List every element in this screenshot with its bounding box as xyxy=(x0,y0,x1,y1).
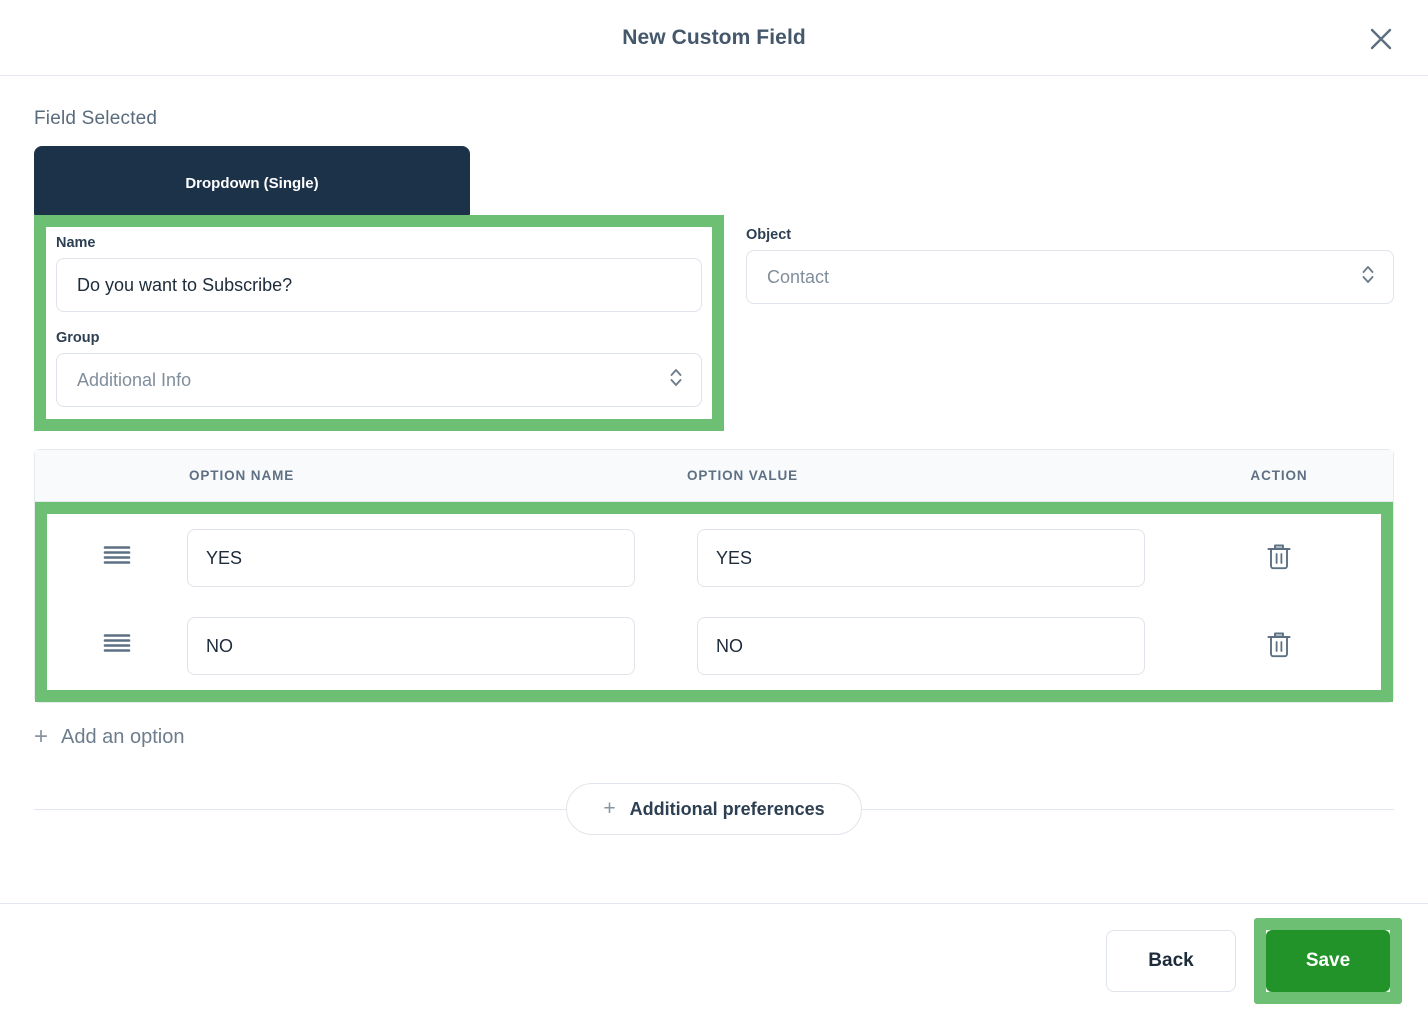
table-row xyxy=(47,514,1381,602)
delete-option-button[interactable] xyxy=(1260,537,1298,580)
table-row xyxy=(47,602,1381,690)
page-title: New Custom Field xyxy=(622,25,806,49)
close-button[interactable] xyxy=(1362,20,1400,58)
group-label: Group xyxy=(56,330,100,346)
options-rows-highlight xyxy=(35,502,1393,702)
delete-option-button[interactable] xyxy=(1260,625,1298,668)
back-button[interactable]: Back xyxy=(1106,929,1236,992)
name-group-column: Name Group Additional Info xyxy=(34,215,724,431)
option-value-input[interactable] xyxy=(697,529,1145,587)
additional-preferences-section: + Additional preferences xyxy=(34,783,1394,835)
group-select-value: Additional Info xyxy=(77,369,192,390)
object-column: Object Contact xyxy=(724,215,1394,304)
add-option-label: Add an option xyxy=(61,725,185,748)
save-button[interactable]: Save xyxy=(1266,929,1390,992)
object-label: Object xyxy=(746,227,792,243)
field-type-chip[interactable]: Dropdown (Single) xyxy=(34,146,470,221)
add-option-button[interactable]: + Add an option xyxy=(34,725,184,749)
name-input[interactable] xyxy=(56,258,702,312)
option-value-input[interactable] xyxy=(697,617,1145,675)
save-button-highlight: Save xyxy=(1254,917,1402,1004)
column-header-option-value: OPTION VALUE xyxy=(687,468,799,483)
column-header-option-name: OPTION NAME xyxy=(189,468,295,483)
additional-preferences-label: Additional preferences xyxy=(629,798,825,819)
new-custom-field-modal: New Custom Field Field Selected Dropdown… xyxy=(0,0,1428,1017)
name-group-highlight: Name Group Additional Info xyxy=(34,215,724,431)
trash-icon xyxy=(1264,629,1294,664)
field-details-columns: Name Group Additional Info xyxy=(34,215,1394,431)
close-icon xyxy=(1367,25,1395,53)
drag-handle-icon[interactable] xyxy=(102,631,132,662)
trash-icon xyxy=(1264,541,1294,576)
plus-icon: + xyxy=(34,723,49,750)
object-select[interactable]: Contact xyxy=(746,250,1394,304)
modal-footer: Back Save xyxy=(0,903,1428,1017)
group-select[interactable]: Additional Info xyxy=(56,353,702,407)
field-selected-label: Field Selected xyxy=(34,108,158,129)
options-table-header: OPTION NAME OPTION VALUE ACTION xyxy=(35,450,1393,502)
option-name-input[interactable] xyxy=(187,617,635,675)
name-label: Name xyxy=(56,235,96,251)
options-table: OPTION NAME OPTION VALUE ACTION xyxy=(34,449,1394,703)
column-header-action: ACTION xyxy=(1250,468,1308,483)
field-type-chip-label: Dropdown (Single) xyxy=(185,175,319,192)
additional-preferences-button[interactable]: + Additional preferences xyxy=(566,783,862,835)
plus-icon: + xyxy=(603,797,616,820)
drag-handle-icon[interactable] xyxy=(102,543,132,574)
modal-body: Field Selected Dropdown (Single) Name Gr… xyxy=(0,108,1428,835)
option-name-input[interactable] xyxy=(187,529,635,587)
object-select-value: Contact xyxy=(767,266,830,287)
modal-header: New Custom Field xyxy=(0,0,1428,76)
